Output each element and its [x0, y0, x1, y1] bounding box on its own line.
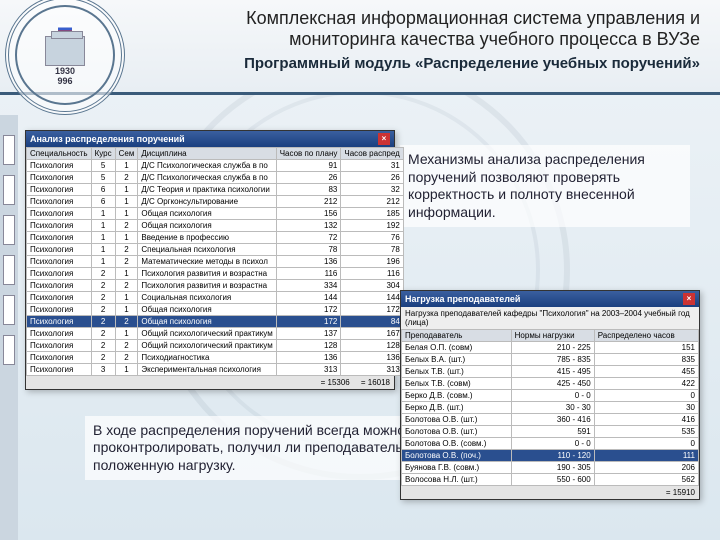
col-header: Часов распред	[341, 148, 403, 160]
building-icon	[45, 36, 85, 66]
table-row[interactable]: Белая О.П. (совм)210 - 225151	[402, 342, 699, 354]
workload-subtitle: Нагрузка преподавателей кафедры "Психоло…	[401, 307, 699, 329]
total-plan: = 15306	[321, 378, 350, 387]
total-dist: = 16018	[361, 378, 390, 387]
window-title: Анализ распределения поручений	[30, 134, 185, 144]
table-row[interactable]: Буянова Г.В. (совм.)190 - 305206	[402, 462, 699, 474]
table-row[interactable]: Психология12Математические методы в псих…	[27, 256, 404, 268]
table-row[interactable]: Психология61Д/С Теория и практика психол…	[27, 184, 404, 196]
analysis-totals: = 15306 = 16018	[26, 376, 394, 389]
table-row[interactable]: Болотова О.В. (совм.)0 - 00	[402, 438, 699, 450]
table-row[interactable]: Белых Т.В. (шт.)415 - 495455	[402, 366, 699, 378]
slide-header: 1930 996 Комплексная информационная сист…	[0, 0, 720, 95]
table-row[interactable]: Психология21Общая психология172172	[27, 304, 404, 316]
window-titlebar[interactable]: Нагрузка преподавателей ×	[401, 291, 699, 307]
table-row[interactable]: Психология21Социальная психология144144	[27, 292, 404, 304]
col-header: Распределено часов	[594, 330, 698, 342]
table-row[interactable]: Болотова О.В. (шт.)591535	[402, 426, 699, 438]
col-header: Сем	[115, 148, 138, 160]
col-header: Курс	[91, 148, 115, 160]
col-header: Нормы нагрузки	[511, 330, 594, 342]
col-header: Преподаватель	[402, 330, 512, 342]
table-row[interactable]: Психология51Д/С Психологическая служба в…	[27, 160, 404, 172]
workload-table: ПреподавательНормы нагрузкиРаспределено …	[401, 329, 699, 486]
table-row[interactable]: Психология52Д/С Психологическая служба в…	[27, 172, 404, 184]
description-2: В ходе распределения поручений всегда мо…	[85, 416, 415, 481]
workload-total: = 15910	[401, 486, 699, 499]
table-row[interactable]: Психология22Психология развития и возрас…	[27, 280, 404, 292]
thumbnail-strip	[0, 115, 18, 540]
table-row[interactable]: Психология22Общий психологический практи…	[27, 340, 404, 352]
analysis-table: СпециальностьКурсСемДисциплинаЧасов по п…	[26, 147, 404, 376]
table-row[interactable]: Психология12Общая психология132192	[27, 220, 404, 232]
table-row[interactable]: Психология22Психодиагностика136136	[27, 352, 404, 364]
table-row[interactable]: Психология21Общий психологический практи…	[27, 328, 404, 340]
workload-window: Нагрузка преподавателей × Нагрузка препо…	[400, 290, 700, 500]
emblem-year-1: 1930	[55, 66, 75, 76]
table-row[interactable]: Психология21Психология развития и возрас…	[27, 268, 404, 280]
description-1: Механизмы анализа распределения поручени…	[400, 145, 690, 227]
window-title: Нагрузка преподавателей	[405, 294, 520, 304]
close-icon[interactable]: ×	[683, 293, 695, 305]
col-header: Дисциплина	[138, 148, 276, 160]
table-row[interactable]: Психология11Общая психология156185	[27, 208, 404, 220]
window-titlebar[interactable]: Анализ распределения поручений ×	[26, 131, 394, 147]
col-header: Часов по плану	[276, 148, 341, 160]
table-row[interactable]: Берко Д.В. (совм.)0 - 00	[402, 390, 699, 402]
table-row[interactable]: Болотова О.В. (шт.)360 - 416416	[402, 414, 699, 426]
col-header: Специальность	[27, 148, 92, 160]
table-row[interactable]: Берко Д.В. (шт.)30 - 3030	[402, 402, 699, 414]
analysis-window: Анализ распределения поручений × Специал…	[25, 130, 395, 390]
table-row[interactable]: Психология12Специальная психология7878	[27, 244, 404, 256]
table-row[interactable]: Психология11Введение в профессию7276	[27, 232, 404, 244]
table-row[interactable]: Белых В.А. (шт.)785 - 835835	[402, 354, 699, 366]
table-row[interactable]: Волосова Н.Л. (шт.)550 - 600562	[402, 474, 699, 486]
table-row[interactable]: Болотова О.В. (поч.)110 - 120111	[402, 450, 699, 462]
table-row[interactable]: Белых Т.В. (совм)425 - 450422	[402, 378, 699, 390]
table-row[interactable]: Психология61Д/С Оргконсультирование21221…	[27, 196, 404, 208]
table-row[interactable]: Психология31Экспериментальная психология…	[27, 364, 404, 376]
table-row[interactable]: Психология22Общая психология17284	[27, 316, 404, 328]
slide-title: Комплексная информационная система управ…	[160, 8, 700, 49]
emblem-year-2: 996	[57, 76, 72, 86]
university-emblem: 1930 996	[5, 0, 145, 115]
slide-subtitle: Программный модуль «Распределение учебны…	[160, 55, 700, 72]
close-icon[interactable]: ×	[378, 133, 390, 145]
